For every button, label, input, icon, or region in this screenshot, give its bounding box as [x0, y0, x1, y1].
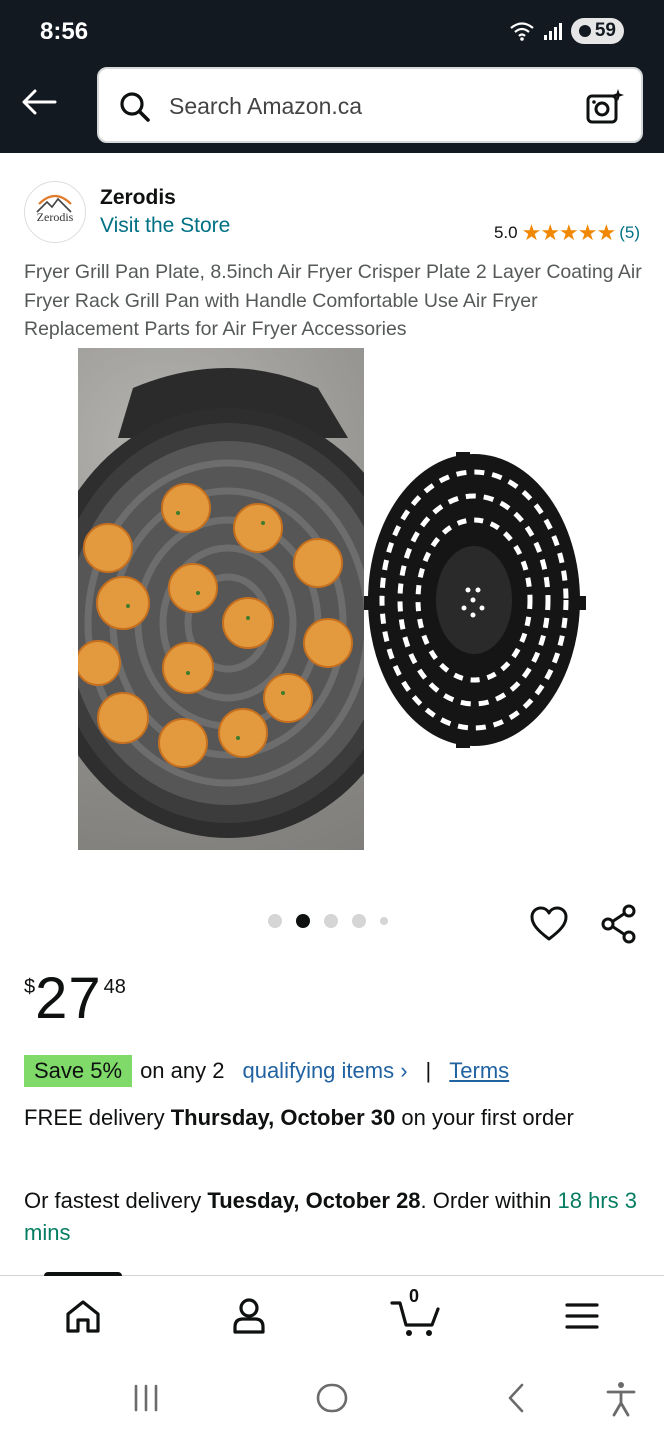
air-fryer-basket-illustration [78, 368, 364, 838]
back-system-icon[interactable] [500, 1380, 532, 1416]
wishlist-heart-icon[interactable] [530, 906, 568, 942]
search-bar[interactable] [97, 67, 643, 143]
battery-icon [578, 25, 591, 37]
search-icon[interactable] [117, 89, 153, 125]
nav-account[interactable] [227, 1294, 271, 1338]
user-icon [233, 1298, 265, 1334]
delivery-prefix: FREE delivery [24, 1105, 171, 1130]
rating-score: 5.0 [493, 223, 518, 242]
back-arrow-icon [22, 89, 57, 115]
crisper-plate-illustration [364, 452, 586, 748]
status-time: 8:56 [40, 18, 89, 45]
star-rating-icon: ★★★★★ [521, 220, 617, 245]
battery-indicator: 59 [570, 18, 624, 44]
price-whole: 27 [35, 966, 102, 1031]
fastest-prefix: Or fastest delivery [24, 1188, 208, 1213]
product-price: $ 27 48 [24, 968, 126, 1030]
promo-text: on any 2 [140, 1058, 225, 1083]
fastest-delivery-info: Or fastest delivery Tuesday, October 28.… [24, 1185, 640, 1249]
fastest-date: Tuesday, October 28 [207, 1188, 421, 1213]
terms-link[interactable]: Terms [449, 1058, 509, 1084]
promo-row: Save 5% on any 2 qualifying items › | Te… [24, 1055, 509, 1087]
home-icon [66, 1300, 100, 1333]
system-icons: 59 [509, 18, 624, 44]
delivery-date: Thursday, October 30 [170, 1105, 396, 1130]
price-currency: $ [24, 976, 36, 998]
carousel-dot[interactable] [380, 917, 388, 925]
qualifying-items-link[interactable]: qualifying items › [242, 1058, 407, 1084]
delivery-suffix: on your first order [395, 1105, 574, 1130]
accessibility-icon[interactable] [604, 1380, 638, 1418]
promo-separator: | [425, 1058, 432, 1083]
product-title: Fryer Grill Pan Plate, 8.5inch Air Fryer… [24, 261, 642, 340]
carousel-dot[interactable] [352, 914, 366, 928]
visit-store-link[interactable]: Visit the Store [100, 214, 230, 238]
camera-search-icon[interactable] [585, 87, 625, 127]
status-bar: 8:56 59 [0, 0, 664, 62]
nav-menu[interactable] [560, 1294, 604, 1338]
brand-name: Zerodis [100, 186, 176, 209]
rating-count[interactable]: (5) [619, 223, 640, 243]
brand-logo-text: Zerodis [36, 210, 74, 224]
nav-cart[interactable]: 0 [390, 1286, 442, 1338]
brand-logo[interactable]: Zerodis [24, 181, 86, 243]
carousel-dot[interactable] [324, 914, 338, 928]
fastest-middle: . Order within [420, 1188, 558, 1213]
bottom-navigation: 0 [0, 1276, 664, 1358]
product-image[interactable] [78, 348, 364, 850]
search-input[interactable] [169, 87, 569, 125]
home-system-icon[interactable] [314, 1380, 350, 1416]
rating-summary[interactable]: 5.0 ★★★★★ (5) [494, 220, 640, 246]
signal-icon [543, 23, 562, 40]
back-button[interactable] [18, 82, 60, 122]
nav-home[interactable] [61, 1294, 105, 1338]
price-fraction: 48 [103, 976, 126, 998]
image-carousel-dots[interactable] [268, 914, 388, 928]
save-badge: Save 5% [24, 1055, 133, 1087]
system-navigation-bar [0, 1358, 664, 1440]
carousel-dot[interactable] [268, 914, 282, 928]
delivery-info: FREE delivery Thursday, October 30 on yo… [24, 1102, 640, 1134]
battery-level: 59 [594, 20, 616, 41]
top-header: 8:56 59 [0, 0, 664, 153]
share-icon[interactable] [600, 904, 638, 944]
hamburger-menu-icon [565, 1303, 599, 1329]
cart-count: 0 [409, 1286, 420, 1306]
wifi-icon [510, 22, 534, 41]
recent-apps-icon[interactable] [130, 1380, 162, 1416]
carousel-dot-active[interactable] [296, 914, 310, 928]
